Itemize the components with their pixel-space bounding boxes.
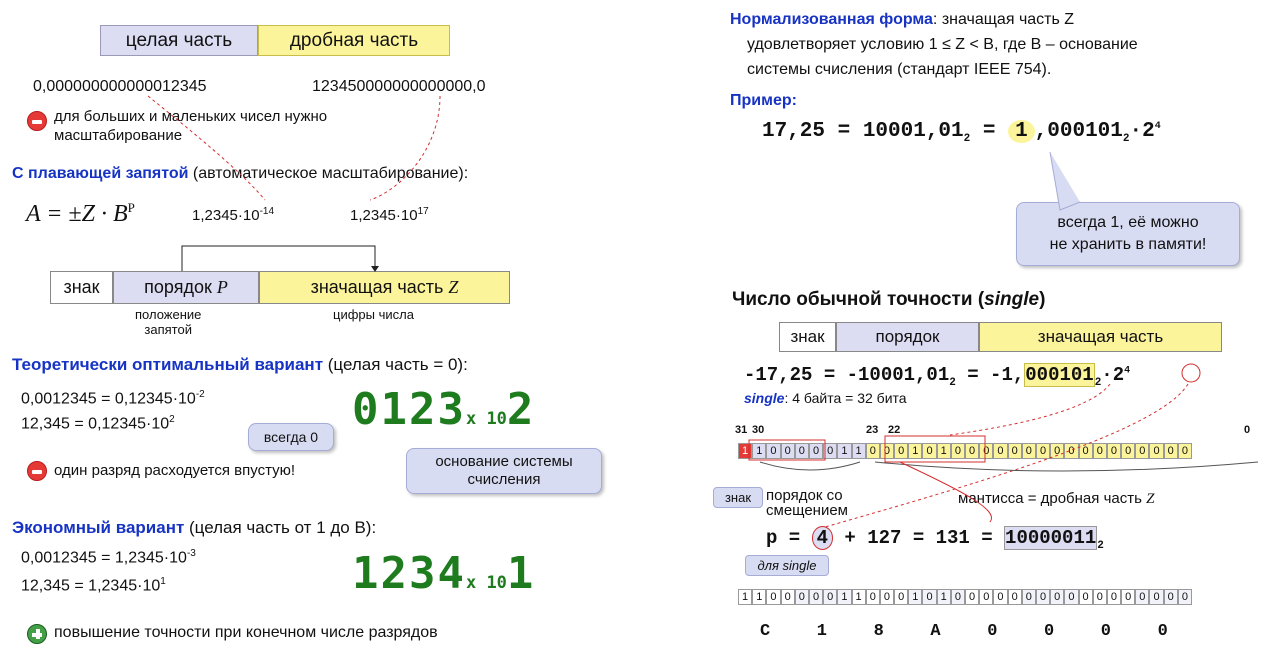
left-connectors — [147, 95, 441, 272]
right-connectors — [748, 151, 1259, 528]
